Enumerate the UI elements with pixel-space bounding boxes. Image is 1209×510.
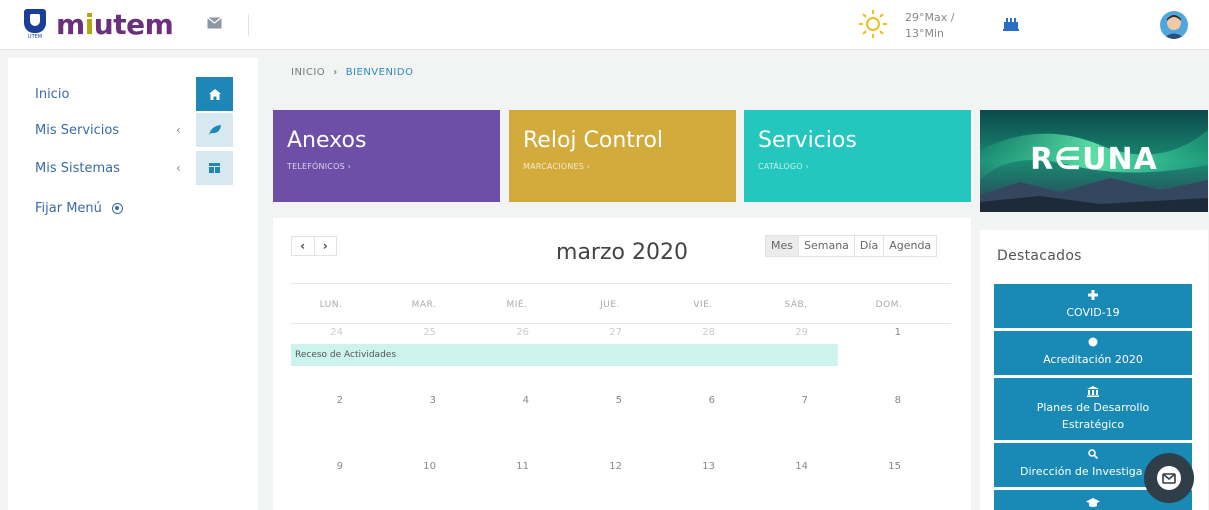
calendar-day-cell[interactable]: 28 <box>656 327 750 338</box>
weather-min: 13°Min <box>905 27 945 40</box>
destacado-acreditacion-button[interactable]: Acreditación 2020 <box>994 331 1192 375</box>
radio-target-icon[interactable] <box>111 203 123 214</box>
calendar-weekday-label: MAR. <box>411 300 437 310</box>
plus-icon <box>1088 290 1098 300</box>
calendar-view-switcher: Mes Semana Día Agenda <box>765 235 938 257</box>
utem-shield-icon: UTEM <box>20 8 50 41</box>
institution-icon <box>1087 386 1099 397</box>
avatar[interactable] <box>1160 11 1188 39</box>
sidebar-item-mis-servicios[interactable]: Mis Servicios ‹ <box>8 112 248 148</box>
calendar-day-cell[interactable]: 10 <box>377 461 471 472</box>
calendar-weekday-label: SÁB. <box>784 300 808 310</box>
breadcrumb-current: BIENVENIDO <box>345 67 414 78</box>
logo-badge-text: UTEM <box>27 33 43 40</box>
logo-text: miutem <box>56 8 174 41</box>
calendar-day-cell[interactable]: 24 <box>284 327 378 338</box>
graduation-cap-icon <box>1086 498 1100 507</box>
reuna-banner[interactable]: R∈UNA <box>980 110 1208 212</box>
calendar-day-cell[interactable]: 4 <box>470 395 564 406</box>
sidebar-item-inicio[interactable]: Inicio <box>8 76 248 112</box>
tile-title: Anexos <box>287 128 367 153</box>
view-month-button[interactable]: Mes <box>766 236 798 256</box>
tile-title: Reloj Control <box>523 128 664 153</box>
calendar-event[interactable]: Receso de Actividades <box>291 344 838 366</box>
fix-menu-toggle[interactable]: Fijar Menú <box>35 201 123 216</box>
search-icon <box>1088 449 1098 459</box>
calendar-day-cell[interactable]: 8 <box>842 395 936 406</box>
fix-menu-label: Fijar Menú <box>35 201 102 216</box>
calendar-day-cell[interactable]: 9 <box>284 461 378 472</box>
sidebar-item-label: Mis Sistemas <box>35 160 120 176</box>
calendar-weekday-label: LUN. <box>319 300 343 310</box>
calendar-day-cell[interactable]: 12 <box>563 461 657 472</box>
destacado-covid-button[interactable]: COVID-19 <box>994 284 1192 328</box>
calendar-day-cell[interactable]: 15 <box>842 461 936 472</box>
tile-subtitle-link[interactable]: TELEFÓNICOS › <box>287 162 351 171</box>
calendar-day-cell[interactable]: 27 <box>563 327 657 338</box>
tile-title: Servicios <box>758 128 857 153</box>
badge-icon <box>1088 337 1098 347</box>
breadcrumb-separator: › <box>333 67 338 78</box>
calendar-day-cell[interactable]: 13 <box>656 461 750 472</box>
sidebar: Inicio Mis Servicios ‹ Mis Sistemas ‹ Fi… <box>8 58 258 510</box>
weather-readout: 29°Max / 13°Min <box>905 10 954 42</box>
weather-max: 29°Max / <box>905 11 955 24</box>
calendar-day-cell[interactable]: 7 <box>749 395 843 406</box>
calendar-divider <box>291 323 951 324</box>
calendar-day-cell[interactable]: 3 <box>377 395 471 406</box>
tile-subtitle-link[interactable]: CATÁLOGO › <box>758 162 809 171</box>
calendar-day-cell[interactable]: 26 <box>470 327 564 338</box>
layout-icon[interactable] <box>196 151 233 185</box>
sidebar-item-label: Mis Servicios <box>35 122 120 138</box>
chat-mail-icon <box>1157 466 1181 490</box>
calendar-divider <box>291 283 951 284</box>
view-day-button[interactable]: Día <box>853 236 883 256</box>
chevron-left-icon[interactable]: ‹ <box>176 123 181 137</box>
sun-icon <box>859 10 887 38</box>
calendar-day-cell[interactable]: 6 <box>656 395 750 406</box>
view-agenda-button[interactable]: Agenda <box>883 236 936 256</box>
calendar-day-cell[interactable]: 14 <box>749 461 843 472</box>
calendar-weekday-label: JUE. <box>600 300 620 310</box>
mail-icon[interactable] <box>207 17 222 29</box>
sidebar-item-mis-sistemas[interactable]: Mis Sistemas ‹ <box>8 150 248 186</box>
sidebar-item-label: Inicio <box>35 86 70 102</box>
calendar-panel: ‹ › marzo 2020 Mes Semana Día Agenda LUN… <box>273 218 971 510</box>
destacado-label: Planes de Desarrollo Estratégico <box>1036 401 1150 431</box>
header-divider <box>248 14 249 36</box>
breadcrumb-root[interactable]: INICIO <box>291 67 325 78</box>
calendar-weekday-label: VIE. <box>693 300 713 310</box>
reuna-logo-text: R∈UNA <box>1030 142 1158 177</box>
tile-servicios[interactable]: Servicios CATÁLOGO › <box>744 110 971 202</box>
building-icon[interactable] <box>1003 17 1019 31</box>
calendar-day-cell[interactable]: 5 <box>563 395 657 406</box>
top-header: UTEM miutem 29°Max / 13°Min <box>0 0 1209 50</box>
chat-button[interactable] <box>1144 453 1194 503</box>
tile-subtitle-link[interactable]: MARCACIONES › <box>523 162 590 171</box>
calendar-weekday-label: DOM. <box>875 300 903 310</box>
tile-anexos[interactable]: Anexos TELEFÓNICOS › <box>273 110 500 202</box>
home-icon[interactable] <box>196 77 233 111</box>
tile-reloj-control[interactable]: Reloj Control MARCACIONES › <box>509 110 736 202</box>
view-week-button[interactable]: Semana <box>798 236 854 256</box>
calendar-day-cell[interactable]: 11 <box>470 461 564 472</box>
calendar-day-cell[interactable]: 2 <box>284 395 378 406</box>
calendar-day-cell[interactable]: 1 <box>842 327 936 338</box>
breadcrumb: INICIO › BIENVENIDO <box>291 67 413 78</box>
calendar-day-cell[interactable]: 29 <box>749 327 843 338</box>
destacado-label: Acreditación 2020 <box>1043 353 1143 366</box>
chevron-left-icon[interactable]: ‹ <box>176 161 181 175</box>
calendar-weekday-label: MIÉ. <box>506 300 528 310</box>
miutem-logo[interactable]: UTEM miutem <box>20 8 174 41</box>
calendar-day-cell[interactable]: 25 <box>377 327 471 338</box>
destacado-planes-button[interactable]: Planes de Desarrollo Estratégico <box>994 378 1192 440</box>
destacado-label: COVID-19 <box>1066 306 1120 319</box>
destacados-title: Destacados <box>997 248 1082 264</box>
leaf-icon[interactable] <box>196 113 233 147</box>
